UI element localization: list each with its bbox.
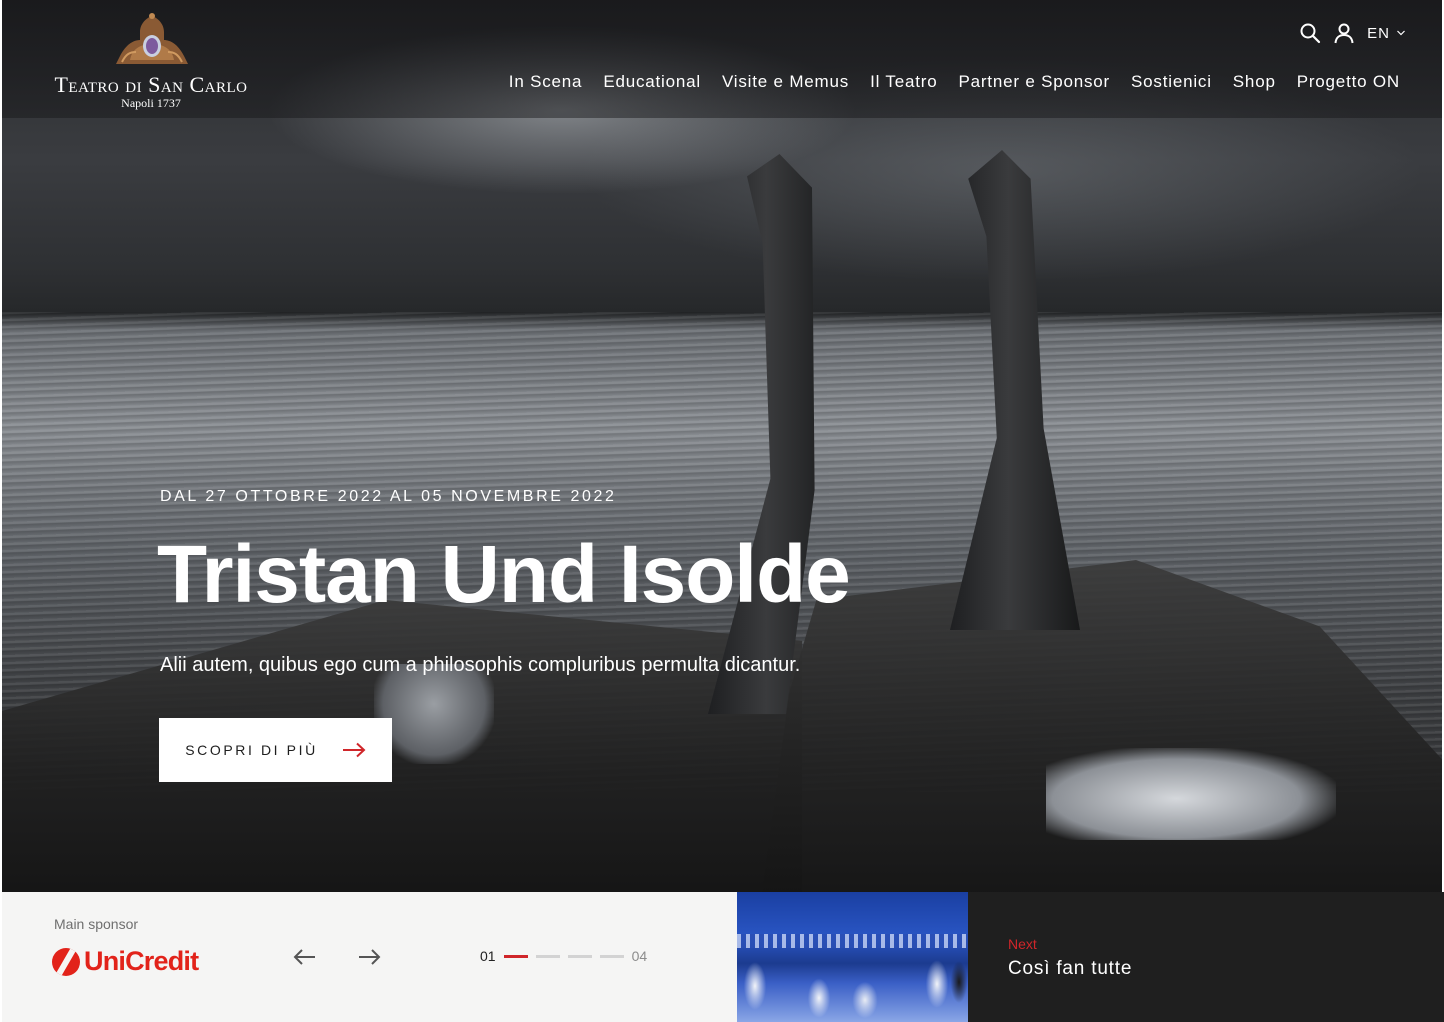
previous-slide-button[interactable] <box>292 944 318 970</box>
next-label: Next <box>1008 936 1037 952</box>
user-icon[interactable] <box>1333 22 1355 44</box>
discover-more-button[interactable]: SCOPRI DI PIÙ <box>159 718 392 782</box>
nav-item-shop[interactable]: Shop <box>1233 72 1276 92</box>
pager-indicator-1[interactable] <box>503 954 528 958</box>
next-show-panel[interactable]: Next Così fan tutte <box>968 892 1444 1022</box>
nav-item-partner-e-sponsor[interactable]: Partner e Sponsor <box>958 72 1110 92</box>
sponsor-label: Main sponsor <box>54 916 139 932</box>
chevron-down-icon <box>1397 30 1405 36</box>
unicredit-mark-icon <box>52 947 80 976</box>
logo-name: Teatro di San Carlo <box>54 72 248 97</box>
search-icon[interactable] <box>1299 22 1321 44</box>
next-show-thumbnail[interactable] <box>737 892 968 1022</box>
nav-item-in-scena[interactable]: In Scena <box>509 72 583 92</box>
arrow-right-icon <box>342 742 366 758</box>
pager-current: 01 <box>480 948 496 964</box>
nav-item-progetto-on[interactable]: Progetto ON <box>1297 72 1400 92</box>
nav-item-educational[interactable]: Educational <box>603 72 701 92</box>
hero-title: Tristan Und Isolde <box>157 529 851 620</box>
pager-indicator-2[interactable] <box>535 954 560 958</box>
next-slide-button[interactable] <box>356 944 382 970</box>
utility-bar: EN <box>1299 22 1406 44</box>
language-label: EN <box>1367 24 1390 42</box>
sponsor-logo[interactable]: UniCredit <box>52 946 199 977</box>
pager-total: 04 <box>631 948 648 964</box>
next-show-title: Così fan tutte <box>1008 958 1133 979</box>
logo-subtitle: Napoli 1737 <box>121 96 181 110</box>
pager-indicator-4[interactable] <box>599 954 624 958</box>
language-selector[interactable]: EN <box>1367 25 1406 42</box>
hero-dates: DAL 27 OTTOBRE 2022 AL 05 NOVEMBRE 2022 <box>160 488 617 505</box>
site-logo[interactable]: Teatro di San Carlo Napoli 1737 <box>40 10 262 110</box>
main-nav: In Scena Educational Visite e Memus Il T… <box>509 72 1400 92</box>
discover-more-label: SCOPRI DI PIÙ <box>185 742 318 758</box>
nav-item-il-teatro[interactable]: Il Teatro <box>870 72 937 92</box>
sponsor-name: UniCredit <box>84 946 199 976</box>
thumbnail-performers <box>737 942 968 1022</box>
hero-performer-right <box>1046 748 1336 840</box>
slide-pager: 01 04 <box>480 948 647 964</box>
nav-item-sostienici[interactable]: Sostienici <box>1131 72 1212 92</box>
slider-controls-panel: Main sponsor UniCredit 01 04 <box>2 892 737 1022</box>
nav-item-visite-e-memus[interactable]: Visite e Memus <box>722 72 849 92</box>
crest-icon <box>116 13 188 64</box>
hero-description: Alii autem, quibus ego cum a philosophis… <box>160 654 801 676</box>
hero-performer-left <box>374 664 494 764</box>
pager-indicator-3[interactable] <box>567 954 592 958</box>
